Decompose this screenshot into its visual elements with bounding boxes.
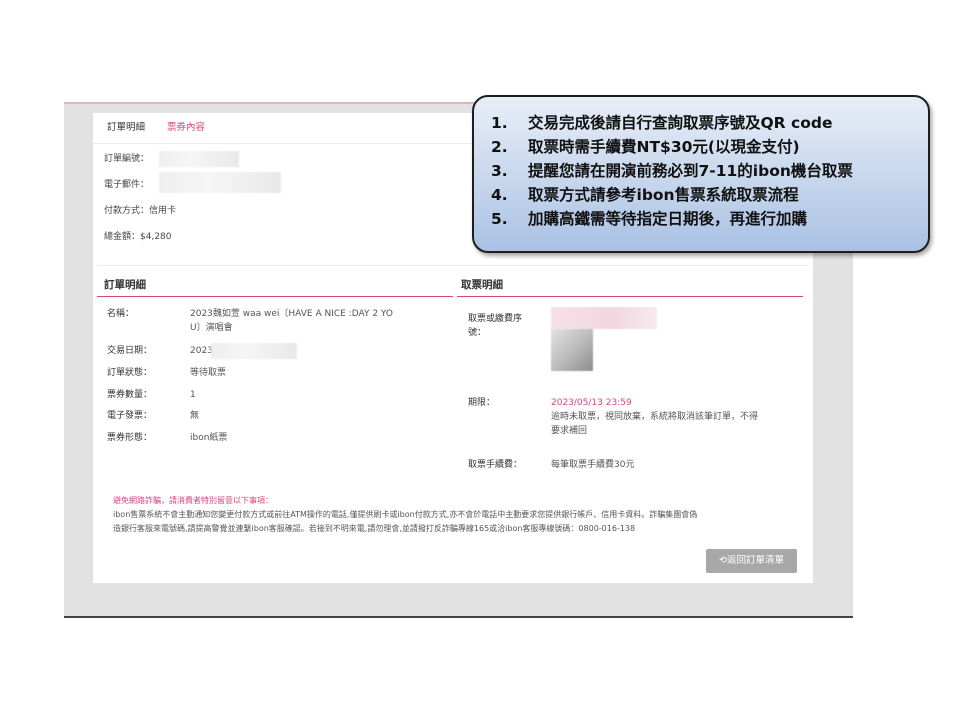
date-value: 2023 <box>190 346 213 356</box>
tab-ticket-content[interactable]: 票券內容 <box>157 113 215 143</box>
instruction-item: 2. 取票時需手續費NT$30元(以現金支付) <box>491 135 853 159</box>
instruction-item: 5. 加購高鐵需等待指定日期後，再進行加購 <box>491 207 853 231</box>
date-label: 交易日期： <box>107 346 153 356</box>
instruction-text: 提醒您請在開演前務必到7-11的ibon機台取票 <box>528 162 853 180</box>
pickup-code-redacted <box>551 307 657 329</box>
ticket-type-label: 票券形態： <box>107 433 153 443</box>
status-value: 等待取票 <box>190 368 227 378</box>
deadline-note-line1: 逾時未取票，視同放棄，系統將取消該筆訂單，不得 <box>551 412 759 422</box>
instruction-number: 3. <box>491 162 508 180</box>
fraud-notice-line1: ibon售票系統不會主動通知您變更付款方式或前往ATM操作的電話,僅提供刷卡或i… <box>113 510 698 519</box>
instruction-item: 3. 提醒您請在開演前務必到7-11的ibon機台取票 <box>491 159 853 183</box>
order-detail-underline <box>97 296 453 297</box>
pickup-code-label-line2: 號： <box>468 328 487 338</box>
instructions-list: 1. 交易完成後請自行查詢取票序號及QR code 2. 取票時需手續費NT$30元… <box>491 111 853 231</box>
pickup-detail-title: 取票明細 <box>461 279 503 291</box>
deadline-label: 期限： <box>468 398 496 408</box>
email-redacted <box>159 172 281 193</box>
back-to-order-list-button[interactable]: ⟲返回訂單清單 <box>706 549 797 573</box>
date-redacted <box>211 343 297 359</box>
quantity-value: 1 <box>190 390 196 400</box>
fraud-notice-line2: 造銀行客服來電號碼,請提高警覺並連繫ibon客服確認。若接到不明來電,請勿理會,… <box>113 524 636 533</box>
qr-code-redacted <box>551 329 593 371</box>
instruction-text: 加購高鐵需等待指定日期後，再進行加購 <box>528 210 808 228</box>
instruction-number: 4. <box>491 186 508 204</box>
instruction-text: 交易完成後請自行查詢取票序號及QR code <box>528 114 833 132</box>
total-amount: 總金額：$4,280 <box>104 232 172 242</box>
pickup-code-label-line1: 取票或繳費序 <box>468 314 523 324</box>
invoice-label: 電子發票： <box>107 411 153 421</box>
quantity-label: 票券數量： <box>107 390 153 400</box>
name-value-line1: 2023魏如萱 waa wei〔HAVE A NICE :DAY 2 YO <box>190 309 394 319</box>
section-divider <box>97 265 809 266</box>
email-label: 電子郵件： <box>104 180 150 190</box>
tab-order-detail[interactable]: 訂單明細 <box>97 113 156 144</box>
instruction-number: 5. <box>491 210 508 228</box>
invoice-value: 無 <box>190 411 200 421</box>
back-button-label: 返回訂單清單 <box>726 555 784 566</box>
fraud-notice-title: 避免網路詐騙，請消費者特別留意以下事項： <box>113 496 273 505</box>
instruction-item: 4. 取票方式請參考ibon售票系統取票流程 <box>491 183 853 207</box>
instruction-number: 2. <box>491 138 508 156</box>
pickup-fee-label: 取票手續費： <box>468 460 523 470</box>
payment-method: 付款方式：信用卡 <box>104 206 177 216</box>
deadline-note-line2: 要求補回 <box>551 426 588 436</box>
instruction-item: 1. 交易完成後請自行查詢取票序號及QR code <box>491 111 853 135</box>
order-number-redacted <box>159 151 239 167</box>
name-value-line2: U〕演唱會 <box>190 323 233 333</box>
deadline-value: 2023/05/13 23:59 <box>551 398 632 408</box>
order-detail-title: 訂單明細 <box>104 279 146 291</box>
instruction-number: 1. <box>491 114 508 132</box>
refresh-icon: ⟲ <box>719 555 727 566</box>
instruction-text: 取票方式請參考ibon售票系統取票流程 <box>528 186 799 204</box>
pickup-fee-value: 每筆取票手續費30元 <box>551 460 635 470</box>
instructions-callout: 1. 交易完成後請自行查詢取票序號及QR code 2. 取票時需手續費NT$30元… <box>472 95 930 253</box>
instruction-text: 取票時需手續費NT$30元(以現金支付) <box>528 138 800 156</box>
order-number-label: 訂單編號： <box>104 154 150 164</box>
status-label: 訂單狀態： <box>107 368 153 378</box>
fraud-notice-text: ibon售票系統不會主動通知您變更付款方式或前往ATM操作的電話,僅提供刷卡或i… <box>113 508 803 536</box>
ticket-type-value: ibon紙票 <box>190 433 228 443</box>
name-label: 名稱： <box>107 309 135 319</box>
pickup-detail-underline <box>457 296 803 297</box>
